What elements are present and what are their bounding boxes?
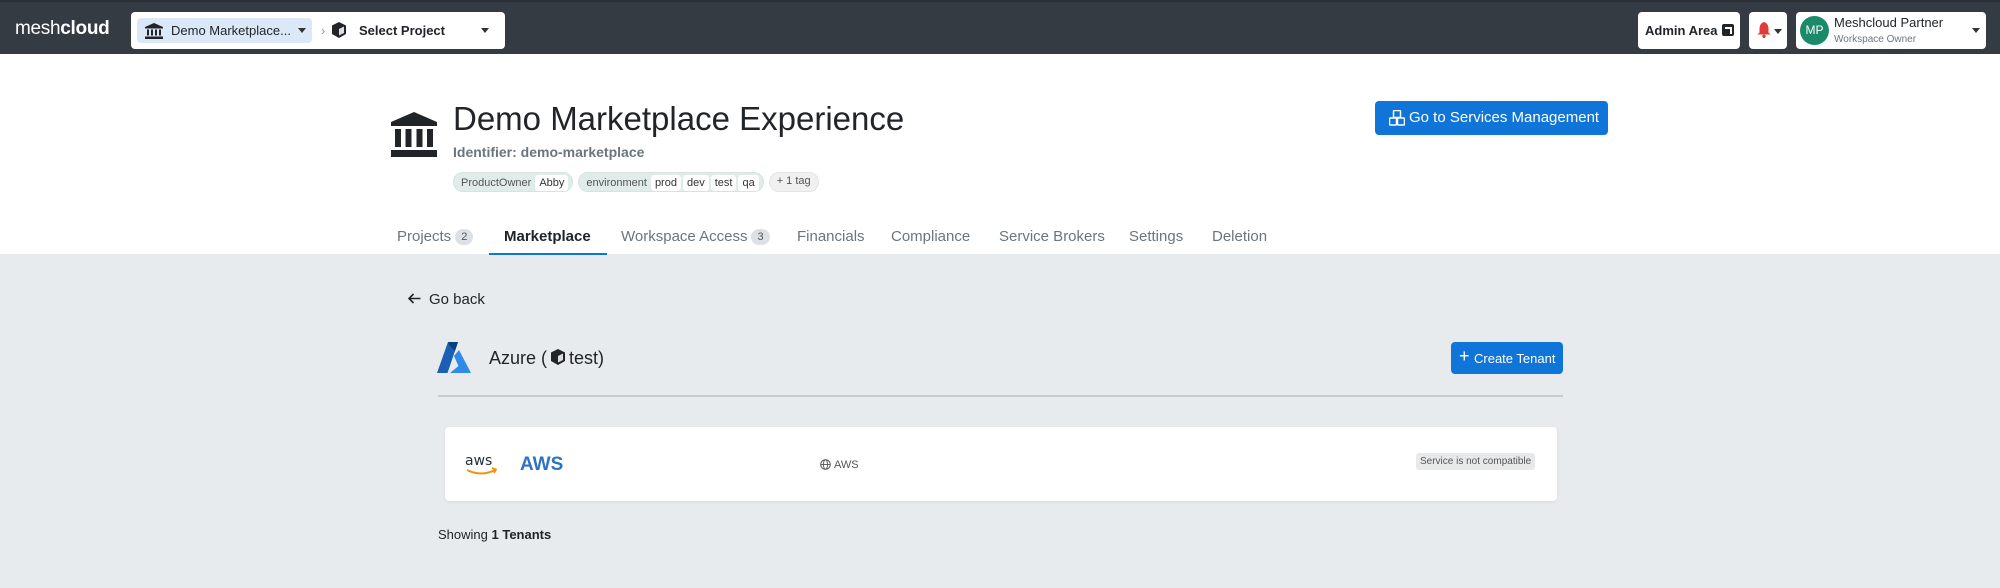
tag-value: prod: [650, 175, 681, 191]
tab-marketplace[interactable]: Marketplace: [504, 228, 591, 245]
tag-environment: environment prod dev test qa: [578, 172, 764, 192]
tag-productowner: ProductOwner Abby: [453, 172, 574, 192]
platform-title: Azure ( test): [489, 348, 604, 370]
top-navbar: meshcloud Demo Marketplace... › Select P…: [0, 0, 2000, 54]
tag-key: environment: [586, 177, 647, 189]
showing-label: Showing: [438, 527, 488, 542]
tenant-name-link[interactable]: AWS: [520, 454, 563, 476]
divider: [438, 395, 1563, 397]
tab-label: Settings: [1129, 228, 1184, 245]
tab-workspace-access[interactable]: Workspace Access 3: [621, 228, 770, 245]
tag-value: Abby: [535, 175, 569, 191]
svg-text:aws: aws: [465, 453, 492, 469]
create-tenant-label: Create Tenant: [1474, 351, 1556, 366]
tab-label: Workspace Access: [621, 228, 748, 245]
services-management-label: Go to Services Management: [1409, 109, 1600, 126]
tab-label: Financials: [797, 228, 865, 245]
workspace-selector-highlight[interactable]: Demo Marketplace...: [137, 18, 312, 43]
status-badge: Service is not compatible: [1416, 453, 1536, 470]
create-tenant-button[interactable]: + Create Tenant: [1451, 342, 1563, 374]
platform-label: AWS: [834, 459, 859, 471]
notifications-button[interactable]: [1749, 12, 1787, 49]
workspace-selector-label: Demo Marketplace...: [171, 23, 291, 38]
chevron-down-icon: [298, 28, 306, 33]
globe-icon: [820, 459, 831, 473]
tag-key: ProductOwner: [461, 177, 532, 189]
tab-label: Deletion: [1212, 228, 1268, 245]
count-badge: 3: [751, 229, 770, 245]
tag-list: ProductOwner Abby environment prod dev test q…: [453, 172, 824, 192]
user-name: Meshcloud Partner: [1834, 15, 1944, 30]
tab-label: Service Brokers: [999, 228, 1105, 245]
bank-icon: [145, 23, 163, 44]
platform-name: Azure (: [489, 348, 548, 368]
tab-label: Compliance: [891, 228, 971, 245]
tenant-count: Showing 1 Tenants: [438, 527, 551, 542]
cube-icon: [550, 349, 566, 370]
tab-deletion[interactable]: Deletion: [1212, 228, 1267, 245]
admin-area-button[interactable]: Admin Area: [1638, 12, 1740, 49]
tag-value: dev: [682, 175, 709, 191]
user-menu[interactable]: MP Meshcloud Partner Workspace Owner: [1796, 12, 1986, 49]
tab-label: Marketplace: [504, 228, 591, 245]
tab-service-brokers[interactable]: Service Brokers: [999, 228, 1105, 245]
cube-icon: [331, 22, 347, 43]
go-back-link[interactable]: Go back: [407, 291, 485, 308]
platform-location: test): [569, 348, 605, 368]
workspace-identifier: Identifier: demo-marketplace: [453, 144, 645, 160]
tab-projects[interactable]: Projects 2: [397, 228, 474, 245]
cubes-icon: [1388, 109, 1406, 130]
project-selector[interactable]: Select Project: [359, 23, 445, 38]
tag-value: test: [710, 175, 737, 191]
arrow-left-icon: [407, 291, 421, 308]
chevron-down-icon[interactable]: [481, 28, 489, 33]
context-selector: Demo Marketplace... › Select Project: [131, 12, 505, 49]
admin-area-label: Admin Area: [1645, 23, 1718, 38]
user-role: Workspace Owner: [1834, 34, 1917, 45]
workspace-header: [0, 54, 2000, 254]
breadcrumb-separator: ›: [321, 23, 326, 38]
active-tab-indicator: [489, 253, 607, 255]
external-link-icon: [1722, 24, 1734, 36]
tag-value: qa: [738, 175, 759, 191]
avatar: MP: [1800, 16, 1829, 45]
bank-icon: [391, 112, 437, 163]
chevron-down-icon: [1774, 29, 1782, 34]
page-title: Demo Marketplace Experience: [453, 100, 905, 137]
azure-logo-icon: [437, 342, 471, 379]
count-badge: 2: [455, 229, 474, 245]
aws-logo-icon: aws: [464, 452, 500, 483]
tenant-platform: AWS: [820, 459, 859, 473]
go-back-label: Go back: [429, 291, 485, 308]
services-management-button[interactable]: Go to Services Management: [1375, 101, 1608, 135]
plus-icon: +: [1459, 346, 1470, 366]
bell-icon: [1757, 22, 1771, 43]
tab-compliance[interactable]: Compliance: [891, 228, 970, 245]
chevron-down-icon: [1972, 28, 1980, 33]
tab-financials[interactable]: Financials: [797, 228, 865, 245]
meshcloud-logo[interactable]: meshcloud: [15, 18, 110, 40]
tab-label: Projects: [397, 228, 452, 245]
more-tags-toggle[interactable]: + 1 tag: [768, 172, 819, 192]
tenant-card[interactable]: aws AWS AWS Service is not compatible: [445, 427, 1557, 501]
tab-settings[interactable]: Settings: [1129, 228, 1183, 245]
showing-count: 1 Tenants: [491, 527, 552, 542]
